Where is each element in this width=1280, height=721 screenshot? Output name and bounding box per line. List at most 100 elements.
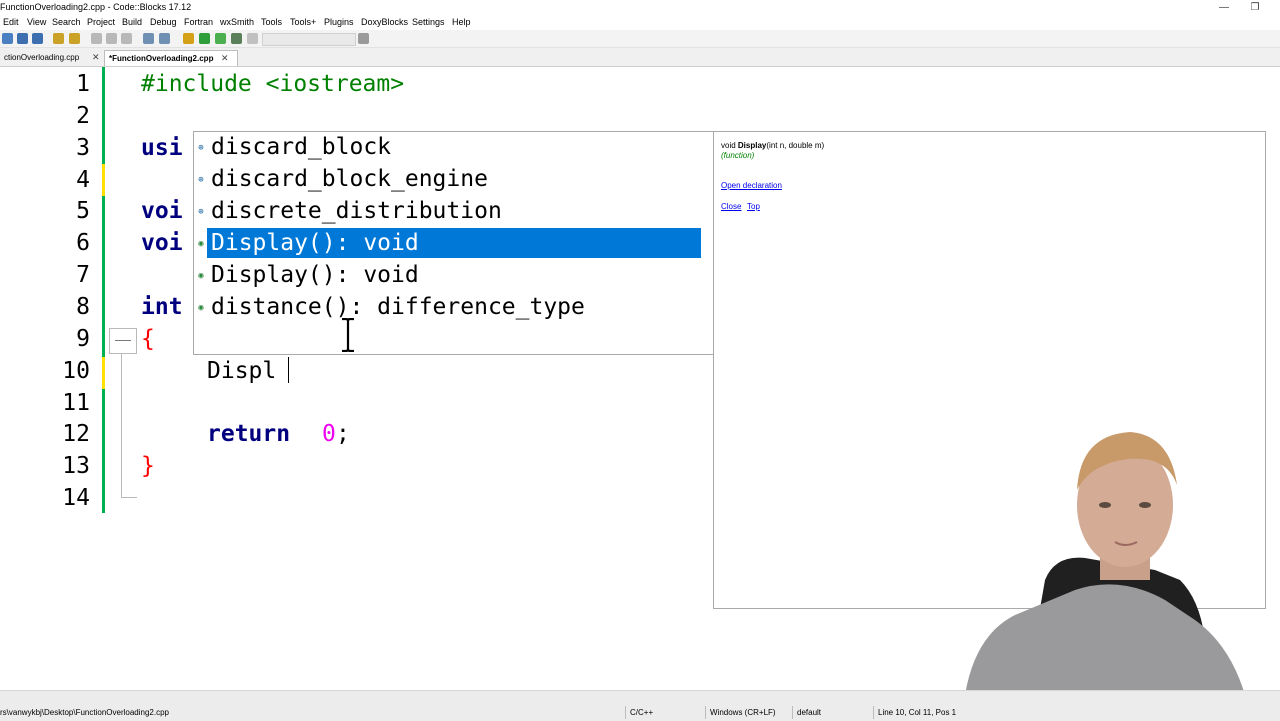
undo-icon[interactable] [53,33,64,44]
function-icon: ◉ [198,239,204,249]
menu-tools-plus[interactable]: Tools+ [290,17,316,27]
change-bar-modified [102,164,105,196]
close-icon[interactable]: ✕ [221,51,229,66]
autocomplete-item[interactable]: ⊕ discrete_distribution [194,196,713,228]
autocomplete-item-label: Display(): void [207,228,701,258]
line-number: 9 [76,326,90,352]
code-line-3: usi [141,135,183,161]
line-number: 5 [76,198,90,224]
top-link[interactable]: Top [747,202,760,211]
change-bar-modified [102,357,105,389]
run-icon[interactable] [199,33,210,44]
code-line-5: voi [141,198,183,224]
find-icon[interactable] [143,33,154,44]
code-line-6: voi [141,230,183,256]
status-divider [792,706,793,719]
class-icon: ⊕ [198,175,204,185]
menu-tools[interactable]: Tools [261,17,282,27]
doc-signature: void Display(int n, double m) [721,141,824,150]
autocomplete-item-label: discard_block [211,134,392,160]
fold-toggle[interactable] [109,328,137,354]
autocomplete-item-selected[interactable]: ◉ Display(): void [194,228,713,260]
menu-wxsmith[interactable]: wxSmith [220,17,254,27]
editor-tab-bar: ctionOverloading.cpp ✕ *FunctionOverload… [0,48,1280,67]
autocomplete-item-label: discard_block_engine [211,166,488,192]
autocomplete-popup[interactable]: ⊕ discard_block ⊕ discard_block_engine ⊕… [193,131,714,355]
code-line-8: int [141,294,183,320]
change-bar-saved [102,389,105,513]
menu-fortran[interactable]: Fortran [184,17,213,27]
autocomplete-item[interactable]: ◉ distance(): difference_type [194,292,713,324]
menu-doxyblocks[interactable]: DoxyBlocks [361,17,408,27]
replace-icon[interactable] [159,33,170,44]
rebuild-icon[interactable] [231,33,242,44]
line-number: 13 [62,453,90,479]
menu-project[interactable]: Project [87,17,115,27]
change-bar-saved [102,196,105,357]
autocomplete-item[interactable]: ◉ Display(): void [194,260,713,292]
window-title: FunctionOverloading2.cpp - Code::Blocks … [0,2,192,12]
webcam-overlay [965,432,1245,695]
class-icon: ⊕ [198,143,204,153]
open-icon[interactable] [2,33,13,44]
code-line-12-end: ; [336,421,350,447]
build-and-run-icon[interactable] [215,33,226,44]
code-line-1: #include <iostream> [141,71,405,97]
copy-icon[interactable] [106,33,117,44]
minimize-button[interactable]: — [1210,0,1238,16]
toolbar [0,30,1280,48]
status-divider [705,706,706,719]
save-icon[interactable] [17,33,28,44]
autocomplete-item-label: distance(): difference_type [211,294,585,320]
menu-help[interactable]: Help [452,17,471,27]
menu-plugins[interactable]: Plugins [324,17,354,27]
target-options-icon[interactable] [358,33,369,44]
autocomplete-item-label: Display(): void [211,262,419,288]
autocomplete-item-label: discrete_distribution [211,198,502,224]
redo-icon[interactable] [69,33,80,44]
doc-return-type: void [721,141,738,150]
status-divider [625,706,626,719]
line-number: 2 [76,103,90,129]
status-line-endings: Windows (CR+LF) [710,708,776,717]
close-link[interactable]: Close [721,202,741,211]
menu-view[interactable]: View [27,17,46,27]
status-bar: rs\vanwykbj\Desktop\FunctionOverloading2… [0,690,1280,721]
menu-edit[interactable]: Edit [3,17,19,27]
line-number: 10 [62,358,90,384]
abort-icon[interactable] [247,33,258,44]
line-number: 4 [76,167,90,193]
save-all-icon[interactable] [32,33,43,44]
change-bar-saved [102,67,105,164]
menu-build[interactable]: Build [122,17,142,27]
open-declaration-link[interactable]: Open declaration [721,181,782,190]
code-line-13: } [141,453,155,479]
line-number: 11 [62,390,90,416]
close-icon[interactable]: ✕ [92,50,100,65]
restore-button[interactable]: ❐ [1241,0,1269,16]
ibeam-cursor-icon [342,318,354,352]
fold-end [121,497,137,498]
tab-functionoverloading[interactable]: ctionOverloading.cpp ✕ [0,50,102,65]
class-icon: ⊕ [198,207,204,217]
menu-debug[interactable]: Debug [150,17,177,27]
function-icon: ◉ [198,271,204,281]
cut-icon[interactable] [91,33,102,44]
tab-functionoverloading2[interactable]: *FunctionOverloading2.cpp ✕ [104,50,238,66]
status-encoding: default [797,708,822,717]
menu-search[interactable]: Search [52,17,81,27]
autocomplete-item[interactable]: ⊕ discard_block_engine [194,164,713,196]
line-number: 7 [76,262,90,288]
line-number: 3 [76,135,90,161]
paste-icon[interactable] [121,33,132,44]
text-caret [288,357,289,383]
code-line-12-number: 0 [322,421,336,447]
doc-parameters: (int n, double m) [766,141,825,150]
build-target-select[interactable] [262,33,356,46]
build-icon[interactable] [183,33,194,44]
menu-settings[interactable]: Settings [412,17,445,27]
autocomplete-item[interactable]: ⊕ discard_block [194,132,713,164]
menu-bar: Edit View Search Project Build Debug For… [0,16,1280,30]
status-position: Line 10, Col 11, Pos 1 [878,708,957,717]
status-language: C/C++ [630,708,654,717]
